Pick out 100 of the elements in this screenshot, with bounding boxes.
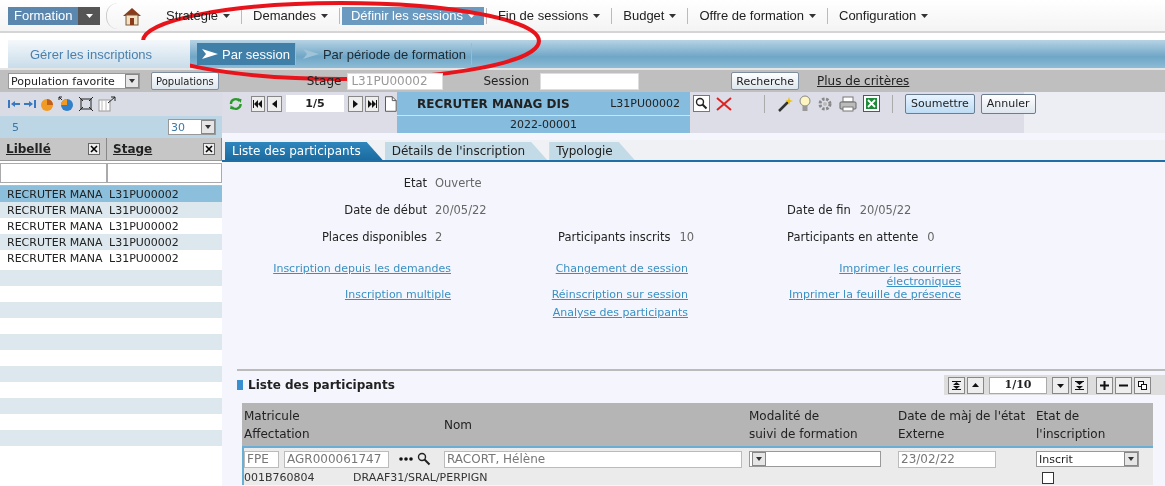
table-cell-text: RECRUTER MANA: [6, 203, 104, 217]
printer-icon[interactable]: [839, 95, 857, 112]
field-label: Participants en attente: [787, 230, 919, 244]
previous-page-icon[interactable]: [270, 99, 279, 108]
table-cell-text: RECRUTER MANA: [6, 251, 104, 265]
filter-field[interactable]: [0, 163, 107, 183]
first-page-icon[interactable]: [253, 99, 263, 108]
submit-button[interactable]: Soumettre: [905, 93, 975, 114]
status-select[interactable]: Inscrit: [1036, 451, 1139, 467]
more-icon[interactable]: [398, 456, 414, 462]
caret-icon: [223, 13, 231, 18]
last-record-button[interactable]: [1071, 376, 1088, 394]
duplicate-button[interactable]: [1134, 376, 1151, 394]
section-title: Liste des participants: [248, 378, 395, 392]
field-value: 0: [927, 230, 935, 244]
name-field[interactable]: RACORT, Hélène: [444, 450, 742, 468]
tab[interactable]: Détails de l'inscription: [384, 142, 548, 160]
home-icon[interactable]: [121, 5, 143, 26]
close-icon[interactable]: [88, 143, 100, 155]
checkbox[interactable]: [1042, 471, 1054, 484]
arrow-icon: [302, 49, 319, 59]
session-field[interactable]: [540, 72, 640, 90]
search-icon[interactable]: [417, 452, 431, 466]
refresh-icon[interactable]: [228, 95, 244, 112]
light-bulb-icon[interactable]: [799, 95, 811, 112]
corps-field[interactable]: FPE: [244, 450, 279, 468]
subtab[interactable]: Par session: [197, 43, 296, 65]
delete-icon[interactable]: [716, 96, 732, 111]
table-cell-text: RECRUTER MANA: [6, 235, 104, 249]
duplicate-icon[interactable]: [1138, 380, 1147, 390]
fullscreen-icon[interactable]: [78, 96, 94, 112]
next-record-button[interactable]: [1052, 376, 1069, 394]
add-button[interactable]: [1096, 376, 1113, 394]
field-label: Date de début: [343, 203, 427, 217]
table-row[interactable]: RECRUTER MANA L31PU00002: [0, 186, 222, 202]
more-criteria-link[interactable]: Plus de critères: [817, 74, 910, 88]
export-icon[interactable]: [98, 96, 116, 112]
field-label: Date de fin: [787, 203, 851, 217]
menu-item[interactable]: Budget: [614, 6, 686, 25]
pager-position[interactable]: 1/10: [989, 376, 1047, 394]
last-record-icon[interactable]: [1075, 380, 1084, 390]
page-tab[interactable]: Gérer les inscriptions: [8, 40, 190, 68]
table-cell-text: RECRUTER MANA: [6, 219, 104, 233]
remove-button[interactable]: [1115, 376, 1132, 394]
table-cell-text: 001B760804: [244, 471, 316, 484]
populations-button[interactable]: Populations: [151, 72, 219, 90]
expand-right-icon[interactable]: [24, 99, 36, 109]
pie-chart-icon[interactable]: [40, 97, 54, 111]
field-value: 10: [679, 230, 695, 244]
field-value: 2: [434, 230, 444, 244]
search-button[interactable]: Recherche: [731, 72, 799, 90]
field-label: Participants inscrits: [558, 230, 671, 244]
spreadsheet-icon[interactable]: [863, 95, 880, 112]
menu-item[interactable]: Offre de formation: [690, 6, 825, 25]
last-page-icon[interactable]: [367, 99, 377, 108]
record-position[interactable]: 1/5: [285, 95, 345, 112]
caret-icon: [320, 13, 328, 18]
caret-icon: [593, 13, 601, 18]
date-field[interactable]: 23/02/22: [898, 450, 996, 468]
close-icon[interactable]: [203, 143, 215, 155]
last-page-button[interactable]: [364, 95, 380, 112]
column-header: Matricule: [243, 407, 301, 425]
previous-record-icon[interactable]: [971, 380, 980, 390]
field-label: Etat: [402, 176, 427, 190]
filter-field[interactable]: [107, 163, 222, 183]
tab[interactable]: Typologie: [549, 142, 635, 160]
first-record-button[interactable]: [948, 376, 965, 394]
collapse-left-icon[interactable]: [8, 99, 20, 109]
table-row[interactable]: RECRUTER MANA L31PU00002: [0, 202, 222, 218]
table-cell: DRAAF31/SRAL/PERPIGN: [353, 471, 488, 484]
caret-icon: [809, 13, 816, 18]
module-dropdown[interactable]: Formation: [8, 6, 100, 25]
magic-wand-icon[interactable]: [777, 95, 793, 112]
previous-record-button[interactable]: [967, 376, 984, 394]
next-page-icon[interactable]: [350, 99, 360, 108]
page-size-select[interactable]: 30: [168, 119, 216, 135]
previous-page-button[interactable]: [267, 95, 282, 112]
cancel-button[interactable]: Annuler: [980, 93, 1036, 114]
menu-item[interactable]: Configuration: [830, 6, 938, 25]
column-title: Libellé: [6, 142, 51, 156]
table-cell-text: L31PU00002: [108, 235, 180, 249]
field-label: Session: [483, 74, 530, 88]
search-icon[interactable]: [693, 95, 710, 112]
document-icon[interactable]: [385, 95, 397, 112]
record-title: RECRUTER MANAG DIS: [417, 96, 570, 111]
field-label: Places disponibles: [320, 230, 427, 244]
menu-item[interactable]: Demandes: [244, 6, 337, 25]
table-row[interactable]: RECRUTER MANA L31PU00002: [0, 234, 222, 250]
tab[interactable]: Liste des participants: [225, 142, 383, 160]
gear-icon[interactable]: [817, 95, 833, 112]
subtab[interactable]: Par période de formation: [297, 43, 472, 65]
matricule-field[interactable]: AGR000061747: [284, 450, 389, 468]
arrow-icon: [202, 49, 218, 59]
first-page-button[interactable]: [250, 95, 266, 112]
next-page-button[interactable]: [348, 95, 363, 112]
session-number: 2022-00001: [510, 118, 577, 131]
add-icon[interactable]: [1100, 380, 1109, 390]
first-record-icon[interactable]: [952, 380, 961, 390]
population-select[interactable]: Population favorite: [8, 73, 140, 89]
modality-select[interactable]: [749, 451, 881, 467]
